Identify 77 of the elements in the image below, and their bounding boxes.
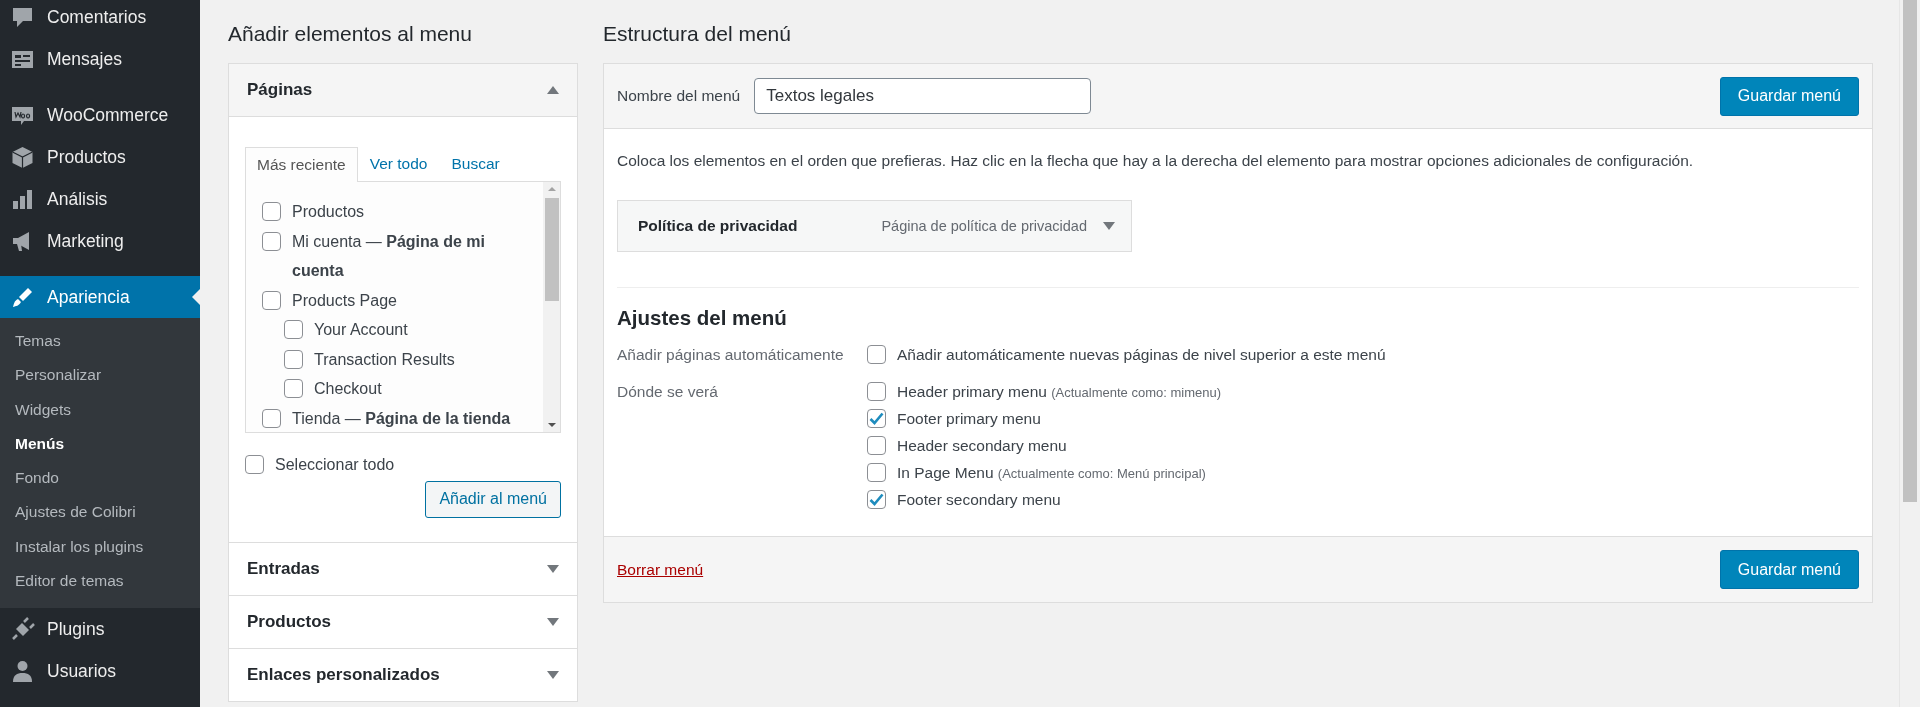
save-menu-button[interactable]: Guardar menú <box>1719 76 1859 116</box>
checkbox-option[interactable]: Seleccionar todo <box>245 450 561 480</box>
menu-item[interactable]: Política de privacidad Página de política de privacidad <box>617 200 1132 252</box>
checkbox[interactable] <box>284 320 303 339</box>
submenu-item[interactable]: Personalizar <box>0 358 200 393</box>
checkbox[interactable] <box>867 409 886 428</box>
submenu-item[interactable]: Editor de temas <box>0 564 200 599</box>
checkbox[interactable] <box>245 455 264 474</box>
delete-menu-link[interactable]: Borrar menú <box>617 560 704 579</box>
tab[interactable]: Más reciente <box>245 147 358 182</box>
field-label: Nombre del menú <box>617 87 741 105</box>
checkbox-option[interactable]: Footer secondary menu <box>867 486 1221 513</box>
submenu-item[interactable]: Widgets <box>0 392 200 427</box>
instructions-text: Coloca los elementos en el orden que prefieras. Haz clic en la flecha que hay a la derecha del elemento para mostrar opciones adicionales de configuración. <box>617 152 1695 170</box>
sidebar-item[interactable]: Plugins <box>0 608 200 651</box>
checkbox[interactable] <box>867 490 886 509</box>
section-heading: Estructura del menú <box>603 22 792 46</box>
sidebar-item[interactable]: WooCommerce <box>0 94 200 136</box>
settings-heading: Ajustes del menú <box>617 306 788 330</box>
sidebar-item[interactable]: Comentarios <box>0 0 200 38</box>
menu-item-type: Página de política de privacidad <box>881 218 1087 234</box>
section-heading: Añadir elementos al menu <box>228 22 473 46</box>
tab[interactable]: Ver todo <box>357 146 440 181</box>
submenu-item[interactable]: Fondo <box>0 461 200 496</box>
checkbox[interactable] <box>262 408 281 428</box>
setting-label: Dónde se verá <box>617 382 719 402</box>
checkbox[interactable] <box>284 379 303 398</box>
sidebar-item[interactable]: Análisis <box>0 178 200 220</box>
checkbox-option[interactable]: Header secondary menu <box>867 432 1221 459</box>
sidebar-item[interactable]: Productos <box>0 136 200 178</box>
checkbox-option[interactable]: Footer primary menu <box>867 405 1221 432</box>
accordion-header[interactable]: Entradas <box>229 542 577 596</box>
sidebar-item[interactable]: Usuarios <box>0 650 200 693</box>
accordion-header[interactable]: Productos <box>229 595 577 649</box>
add-to-menu-button[interactable]: Añadir al menú <box>425 480 561 518</box>
submenu-item[interactable]: Ajustes de Colibri <box>0 495 200 530</box>
setting-label: Añadir páginas automáticamente <box>617 345 845 365</box>
checkbox[interactable] <box>284 349 303 369</box>
checkbox-option[interactable]: Header primary menu (Actualmente como: mimenu) <box>867 378 1221 405</box>
plug-icon <box>10 616 35 642</box>
collapse-arrow-icon <box>547 86 559 94</box>
checkbox-option[interactable]: Your Account <box>284 315 527 345</box>
expand-arrow-icon <box>1103 222 1115 230</box>
submenu-item[interactable]: Temas <box>0 324 200 359</box>
person-icon <box>10 658 35 684</box>
submenu-item[interactable]: Instalar los plugins <box>0 529 200 565</box>
box-icon <box>10 144 35 170</box>
expand-arrow-icon <box>547 670 559 679</box>
checkbox-option[interactable]: Products Page <box>262 285 527 315</box>
checkbox[interactable] <box>867 382 886 401</box>
save-menu-button[interactable]: Guardar menú <box>1719 550 1859 589</box>
list-scrollbar[interactable] <box>543 182 560 432</box>
tab[interactable]: Buscar <box>439 146 512 181</box>
menu-item-title: Política de privacidad <box>638 217 799 235</box>
checkbox[interactable] <box>262 290 281 310</box>
checkbox[interactable] <box>867 345 886 364</box>
sidebar-item[interactable]: Marketing <box>0 220 200 262</box>
checkbox[interactable] <box>867 463 886 482</box>
expand-arrow-icon <box>547 564 559 573</box>
checkbox-option[interactable]: Productos <box>262 197 527 227</box>
checkbox-option[interactable]: Checkout <box>284 374 527 404</box>
page-scrollbar[interactable] <box>1899 0 1920 707</box>
checkbox-option[interactable]: In Page Menu (Actualmente como: Menú principal) <box>867 459 1221 486</box>
expand-arrow-icon <box>547 617 559 626</box>
checkbox-option[interactable]: Añadir automáticamente nuevas páginas de nivel superior a este menú <box>867 341 1386 368</box>
accordion-header[interactable]: Enlaces personalizados <box>229 648 577 702</box>
checkbox[interactable] <box>262 202 281 221</box>
checkbox[interactable] <box>867 436 886 455</box>
checkbox[interactable] <box>262 231 281 251</box>
menu-name-field[interactable]: Textos legales <box>754 78 1092 114</box>
submenu-item[interactable]: Menús <box>0 426 200 462</box>
checkbox-option[interactable]: Transaction Results <box>284 344 527 374</box>
sidebar-item[interactable]: Apariencia <box>0 276 200 318</box>
checkbox-option[interactable]: Mi cuenta — Página de mi cuenta <box>262 226 527 286</box>
sidebar-item[interactable]: Mensajes <box>0 38 200 80</box>
accordion-header[interactable]: Páginas <box>229 64 577 117</box>
checkbox-option[interactable]: Tienda — Página de la tienda <box>262 403 527 432</box>
